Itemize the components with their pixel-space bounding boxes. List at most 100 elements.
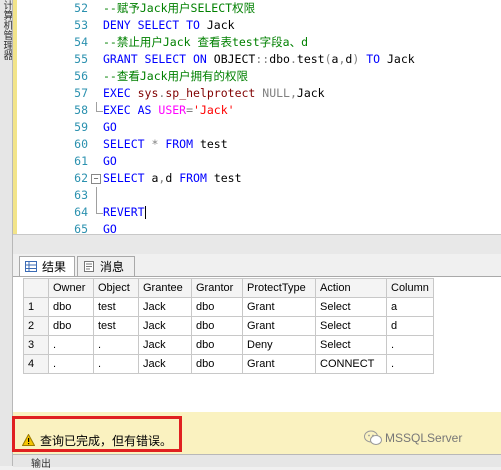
wechat-icon (364, 430, 382, 445)
cell-grantor[interactable]: dbo (191, 316, 243, 336)
cell-grantee[interactable]: Jack (138, 335, 192, 355)
code-text: GO (103, 154, 117, 168)
column-header-grantor[interactable]: Grantor (191, 278, 243, 298)
table-row[interactable]: 2 dbo test Jack dbo Grant Select d (23, 316, 434, 336)
line-number: 52 (74, 1, 88, 15)
code-line[interactable]: 58 EXEC AS USER='Jack' (13, 102, 501, 119)
column-header-grantee[interactable]: Grantee (138, 278, 192, 298)
grid-corner[interactable] (23, 278, 49, 298)
code-line[interactable]: 53 DENY SELECT TO Jack (13, 17, 501, 34)
bottom-panel-strip: 输出 (13, 454, 501, 470)
column-header-protecttype[interactable]: ProtectType (242, 278, 316, 298)
code-text: GO (103, 222, 117, 234)
fold-toggle-icon[interactable]: − (91, 174, 101, 184)
left-sidebar: 计算机管理器 (0, 0, 13, 466)
tab-messages[interactable]: 消息 (77, 256, 135, 276)
text-caret (144, 206, 146, 219)
cell-protecttype[interactable]: Grant (242, 297, 316, 317)
results-grid-panel: Owner Object Grantee Grantor ProtectType… (13, 277, 501, 412)
code-line[interactable]: 65 GO (13, 221, 501, 234)
line-number: 56 (74, 69, 88, 83)
line-number: 62 (74, 171, 88, 185)
code-line[interactable]: 55 GRANT SELECT ON OBJECT::dbo.test(a,d) … (13, 51, 501, 68)
row-number[interactable]: 2 (23, 316, 49, 336)
code-line[interactable]: 62− SELECT a,d FROM test (13, 170, 501, 187)
cell-protecttype[interactable]: Grant (242, 354, 316, 374)
fold-guide (96, 187, 97, 204)
cell-action[interactable]: CONNECT (315, 354, 387, 374)
cell-column[interactable]: . (386, 354, 434, 374)
column-header-action[interactable]: Action (315, 278, 387, 298)
cell-grantor[interactable]: dbo (191, 297, 243, 317)
watermark-text: MSSQLServer (385, 431, 463, 445)
cell-protecttype[interactable]: Deny (242, 335, 316, 355)
code-line[interactable]: 63 (13, 187, 501, 204)
cell-grantor[interactable]: dbo (191, 335, 243, 355)
status-message: 查询已完成，但有错误。 (40, 434, 173, 448)
fold-end-guide (96, 102, 103, 112)
cell-object[interactable]: test (93, 316, 139, 336)
code-text: SELECT a,d FROM test (103, 171, 242, 185)
column-header-owner[interactable]: Owner (48, 278, 94, 298)
cell-column[interactable]: d (386, 316, 434, 336)
row-number[interactable]: 3 (23, 335, 49, 355)
cell-grantee[interactable]: Jack (138, 354, 192, 374)
grid-icon (25, 261, 37, 272)
warning-icon (22, 434, 35, 446)
table-row[interactable]: 3 . . Jack dbo Deny Select . (23, 335, 434, 355)
cell-protecttype[interactable]: Grant (242, 316, 316, 336)
tab-results[interactable]: 结果 (19, 256, 75, 276)
editor-results-splitter[interactable] (13, 234, 501, 255)
results-tabs: 结果 消息 (13, 254, 501, 277)
table-row[interactable]: 4 . . Jack dbo Grant CONNECT . (23, 354, 434, 374)
cell-action[interactable]: Select (315, 316, 387, 336)
code-line[interactable]: 60 SELECT * FROM test (13, 136, 501, 153)
line-number: 57 (74, 86, 88, 100)
cell-owner[interactable]: dbo (48, 316, 94, 336)
code-text: SELECT * FROM test (103, 137, 228, 151)
grid-header-row: Owner Object Grantee Grantor ProtectType… (23, 278, 434, 298)
code-line[interactable]: 54 --禁止用户Jack 查看表test字段a、d (13, 34, 501, 51)
cell-action[interactable]: Select (315, 335, 387, 355)
code-line[interactable]: 64 REVERT (13, 204, 501, 221)
sidebar-label: 计算机管理器 (1, 0, 12, 60)
code-text: --查看Jack用户拥有的权限 (103, 69, 249, 83)
line-number: 64 (74, 205, 88, 219)
cell-owner[interactable]: . (48, 335, 94, 355)
column-header-object[interactable]: Object (93, 278, 139, 298)
cell-grantee[interactable]: Jack (138, 297, 192, 317)
tab-messages-label: 消息 (100, 260, 125, 274)
code-text: EXEC AS USER='Jack' (103, 103, 235, 117)
sql-editor[interactable]: 52 --赋予Jack用户SELECT权限 53 DENY SELECT TO Jac… (13, 0, 501, 234)
output-tab[interactable]: 输出 (31, 455, 51, 470)
cell-grantee[interactable]: Jack (138, 316, 192, 336)
cell-object[interactable]: . (93, 354, 139, 374)
results-grid[interactable]: Owner Object Grantee Grantor ProtectType… (23, 278, 434, 374)
table-row[interactable]: 1 dbo test Jack dbo Grant Select a (23, 297, 434, 317)
code-line[interactable]: 57 EXEC sys.sp_helprotect NULL,Jack (13, 85, 501, 102)
row-number[interactable]: 4 (23, 354, 49, 374)
code-text: --赋予Jack用户SELECT权限 (103, 1, 256, 15)
cell-owner[interactable]: . (48, 354, 94, 374)
cell-owner[interactable]: dbo (48, 297, 94, 317)
cell-column[interactable]: . (386, 335, 434, 355)
line-number: 59 (74, 120, 88, 134)
cell-grantor[interactable]: dbo (191, 354, 243, 374)
cell-object[interactable]: test (93, 297, 139, 317)
code-line[interactable]: 56 --查看Jack用户拥有的权限 (13, 68, 501, 85)
code-line[interactable]: 59 GO (13, 119, 501, 136)
code-text: GRANT SELECT ON OBJECT::dbo.test(a,d) TO… (103, 52, 415, 66)
code-text: GO (103, 120, 117, 134)
line-number: 60 (74, 137, 88, 151)
code-line[interactable]: 52 --赋予Jack用户SELECT权限 (13, 0, 501, 17)
code-text: DENY SELECT TO Jack (103, 18, 235, 32)
code-text: --禁止用户Jack 查看表test字段a、d (103, 35, 309, 49)
line-number: 58 (74, 103, 88, 117)
cell-object[interactable]: . (93, 335, 139, 355)
line-number: 54 (74, 35, 88, 49)
column-header-column[interactable]: Column (386, 278, 434, 298)
code-line[interactable]: 61 GO (13, 153, 501, 170)
cell-action[interactable]: Select (315, 297, 387, 317)
row-number[interactable]: 1 (23, 297, 49, 317)
cell-column[interactable]: a (386, 297, 434, 317)
